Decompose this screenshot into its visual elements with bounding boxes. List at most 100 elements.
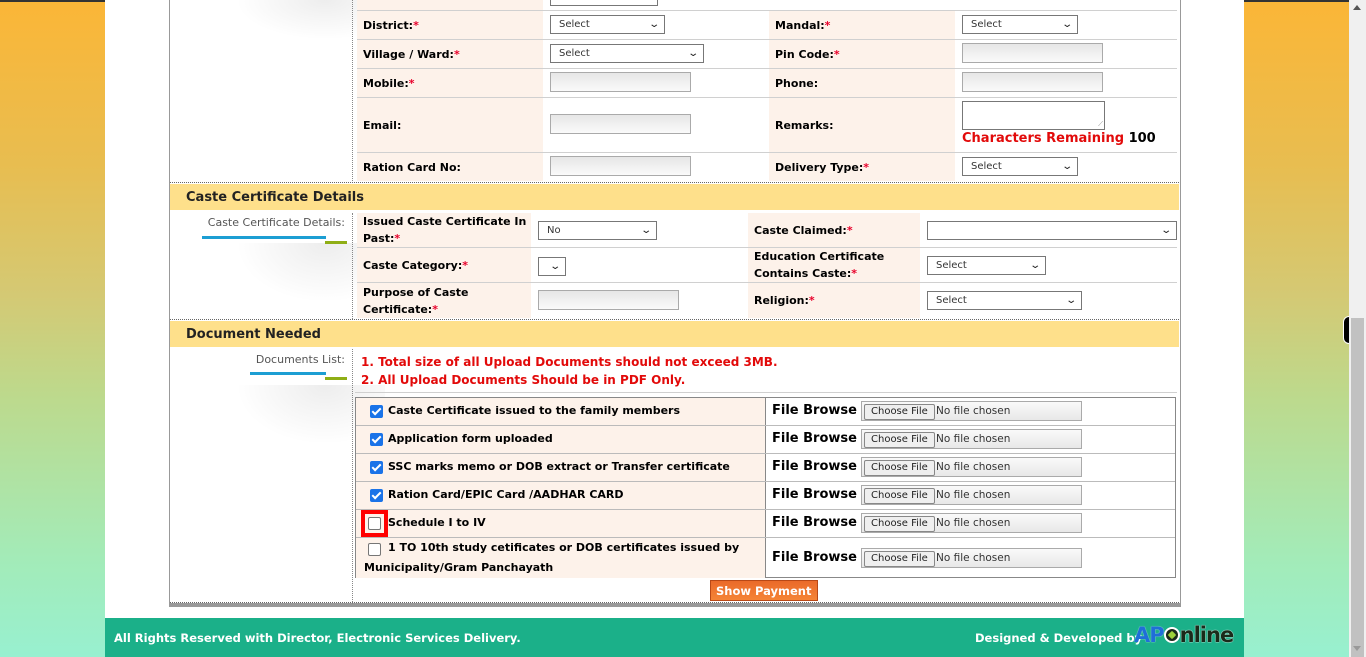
village-select[interactable]: Select ⌄ [550, 44, 704, 63]
chevron-down-icon: ⌄ [1060, 19, 1073, 30]
caste-section-header: Caste Certificate Details [170, 184, 1179, 210]
document-checkbox[interactable] [368, 517, 381, 530]
choose-file-button[interactable]: Choose File [864, 432, 935, 448]
document-name-line2: Municipality/Gram Panchayath [364, 561, 554, 574]
file-input[interactable]: Choose File No file chosen [861, 548, 1082, 568]
document-row: Application form uploaded File Browse : … [356, 426, 1175, 454]
no-file-text: No file chosen [936, 433, 1011, 445]
ration-card-input[interactable] [550, 156, 691, 176]
document-checkbox[interactable] [370, 461, 383, 474]
column-divider [352, 0, 353, 183]
chevron-down-icon: ⌄ [647, 19, 660, 30]
ration-card-label-text: Ration Card No: [363, 160, 461, 174]
required-mark: * [851, 267, 858, 280]
required-mark: * [408, 76, 415, 90]
mandal-select[interactable]: Select ⌄ [962, 15, 1078, 34]
phone-label-text: Phone: [775, 76, 819, 90]
choose-file-button[interactable]: Choose File [864, 516, 935, 532]
choose-file-button[interactable]: Choose File [864, 551, 935, 567]
state-label-partial [357, 0, 543, 10]
show-payment-button[interactable]: Show Payment [710, 580, 818, 601]
chevron-down-icon: ⌄ [639, 225, 652, 236]
delivery-type-select[interactable]: Select ⌄ [962, 157, 1078, 176]
edu-cert-value: Select [936, 260, 967, 271]
caste-category-select[interactable]: ⌄ [538, 257, 566, 276]
mobile-input[interactable] [550, 72, 691, 92]
issued-past-select[interactable]: No ⌄ [538, 221, 657, 240]
purpose-input[interactable] [538, 290, 679, 310]
caste-claimed-label-text: Caste Claimed: [754, 223, 847, 237]
chars-remaining-label: Characters Remaining [962, 131, 1125, 146]
file-input[interactable]: Choose File No file chosen [861, 485, 1082, 505]
document-checkbox[interactable] [370, 489, 383, 502]
footer: All Rights Reserved with Director, Elect… [105, 618, 1244, 657]
phone-input[interactable] [962, 72, 1103, 92]
issued-past-label: Issued Caste Certificate In Past:* [357, 213, 531, 247]
column-divider [352, 349, 353, 604]
chevron-down-icon: ⌄ [1028, 260, 1041, 271]
decor-blue-bar [202, 236, 326, 239]
mobile-label-text: Mobile: [363, 76, 409, 90]
pincode-input[interactable] [962, 43, 1103, 63]
issued-past-value: No [547, 225, 561, 236]
file-input[interactable]: Choose File No file chosen [861, 429, 1082, 449]
issued-past-label-line1: Issued Caste Certificate In [363, 215, 527, 228]
decor-blue-bar [250, 372, 326, 375]
scroll-thumb[interactable] [1351, 318, 1364, 657]
document-name: Application form uploaded [388, 432, 553, 445]
chevron-down-icon: ⌄ [548, 261, 561, 272]
section-divider [170, 319, 1179, 320]
delivery-type-label-text: Delivery Type: [775, 160, 864, 174]
required-mark: * [432, 302, 438, 316]
remarks-label-text: Remarks: [775, 118, 834, 132]
no-file-text: No file chosen [936, 461, 1011, 473]
ration-card-label: Ration Card No: [357, 153, 543, 181]
mandal-label-text: Mandal: [775, 18, 825, 32]
remarks-label: Remarks: [769, 98, 955, 152]
scroll-up-icon[interactable] [1353, 5, 1361, 10]
choose-file-button[interactable]: Choose File [864, 460, 935, 476]
document-checkbox[interactable] [370, 405, 383, 418]
footer-credit: Designed & Developed by [975, 631, 1143, 645]
caste-claimed-select[interactable]: ⌄ [927, 221, 1177, 240]
document-cell: Ration Card/EPIC Card /AADHAR CARD [356, 482, 766, 509]
file-input[interactable]: Choose File No file chosen [861, 457, 1082, 477]
document-row: Schedule I to IV File Browse : Choose Fi… [356, 510, 1175, 538]
required-mark: * [824, 18, 831, 32]
edu-cert-label: Education Certificate Contains Caste:* [748, 248, 920, 282]
file-input[interactable]: Choose File No file chosen [861, 513, 1082, 533]
required-mark: * [413, 18, 419, 32]
remarks-textarea[interactable]: ⟋ [962, 101, 1105, 130]
required-mark: * [833, 47, 840, 61]
mandal-label: Mandal: * [769, 11, 955, 39]
choose-file-button[interactable]: Choose File [864, 404, 935, 420]
document-cell: SSC marks memo or DOB extract or Transfe… [356, 454, 766, 481]
row-divider [355, 392, 1177, 393]
document-name: Ration Card/EPIC Card /AADHAR CARD [388, 488, 624, 501]
edu-cert-select[interactable]: Select ⌄ [927, 256, 1046, 275]
district-select[interactable]: Select ⌄ [550, 15, 665, 34]
decor-green-bar [325, 377, 347, 380]
email-input[interactable] [550, 114, 691, 134]
no-file-text: No file chosen [936, 405, 1011, 417]
column-divider [352, 213, 353, 319]
document-checkbox[interactable] [368, 543, 381, 556]
file-input[interactable]: Choose File No file chosen [861, 401, 1082, 421]
scroll-down-icon[interactable] [1353, 646, 1361, 651]
state-select[interactable] [550, 0, 658, 6]
no-file-text: No file chosen [936, 552, 1011, 564]
section-divider [170, 602, 1179, 603]
village-label: Village / Ward: * [357, 40, 543, 68]
footer-copyright: All Rights Reserved with Director, Elect… [114, 631, 521, 645]
document-row: Caste Certificate issued to the family m… [356, 398, 1175, 426]
document-checkbox[interactable] [370, 433, 383, 446]
caste-category-label: Caste Category: * [357, 248, 531, 282]
choose-file-button[interactable]: Choose File [864, 488, 935, 504]
chevron-down-icon: ⌄ [1159, 225, 1172, 236]
page-scrollbar[interactable] [1349, 0, 1366, 657]
religion-select[interactable]: Select ⌄ [927, 291, 1082, 310]
district-label: District: * [357, 11, 543, 39]
document-row: 1 TO 10th study cetificates or DOB certi… [356, 538, 1175, 578]
mobile-label: Mobile: * [357, 69, 543, 97]
village-value: Select [559, 48, 590, 59]
